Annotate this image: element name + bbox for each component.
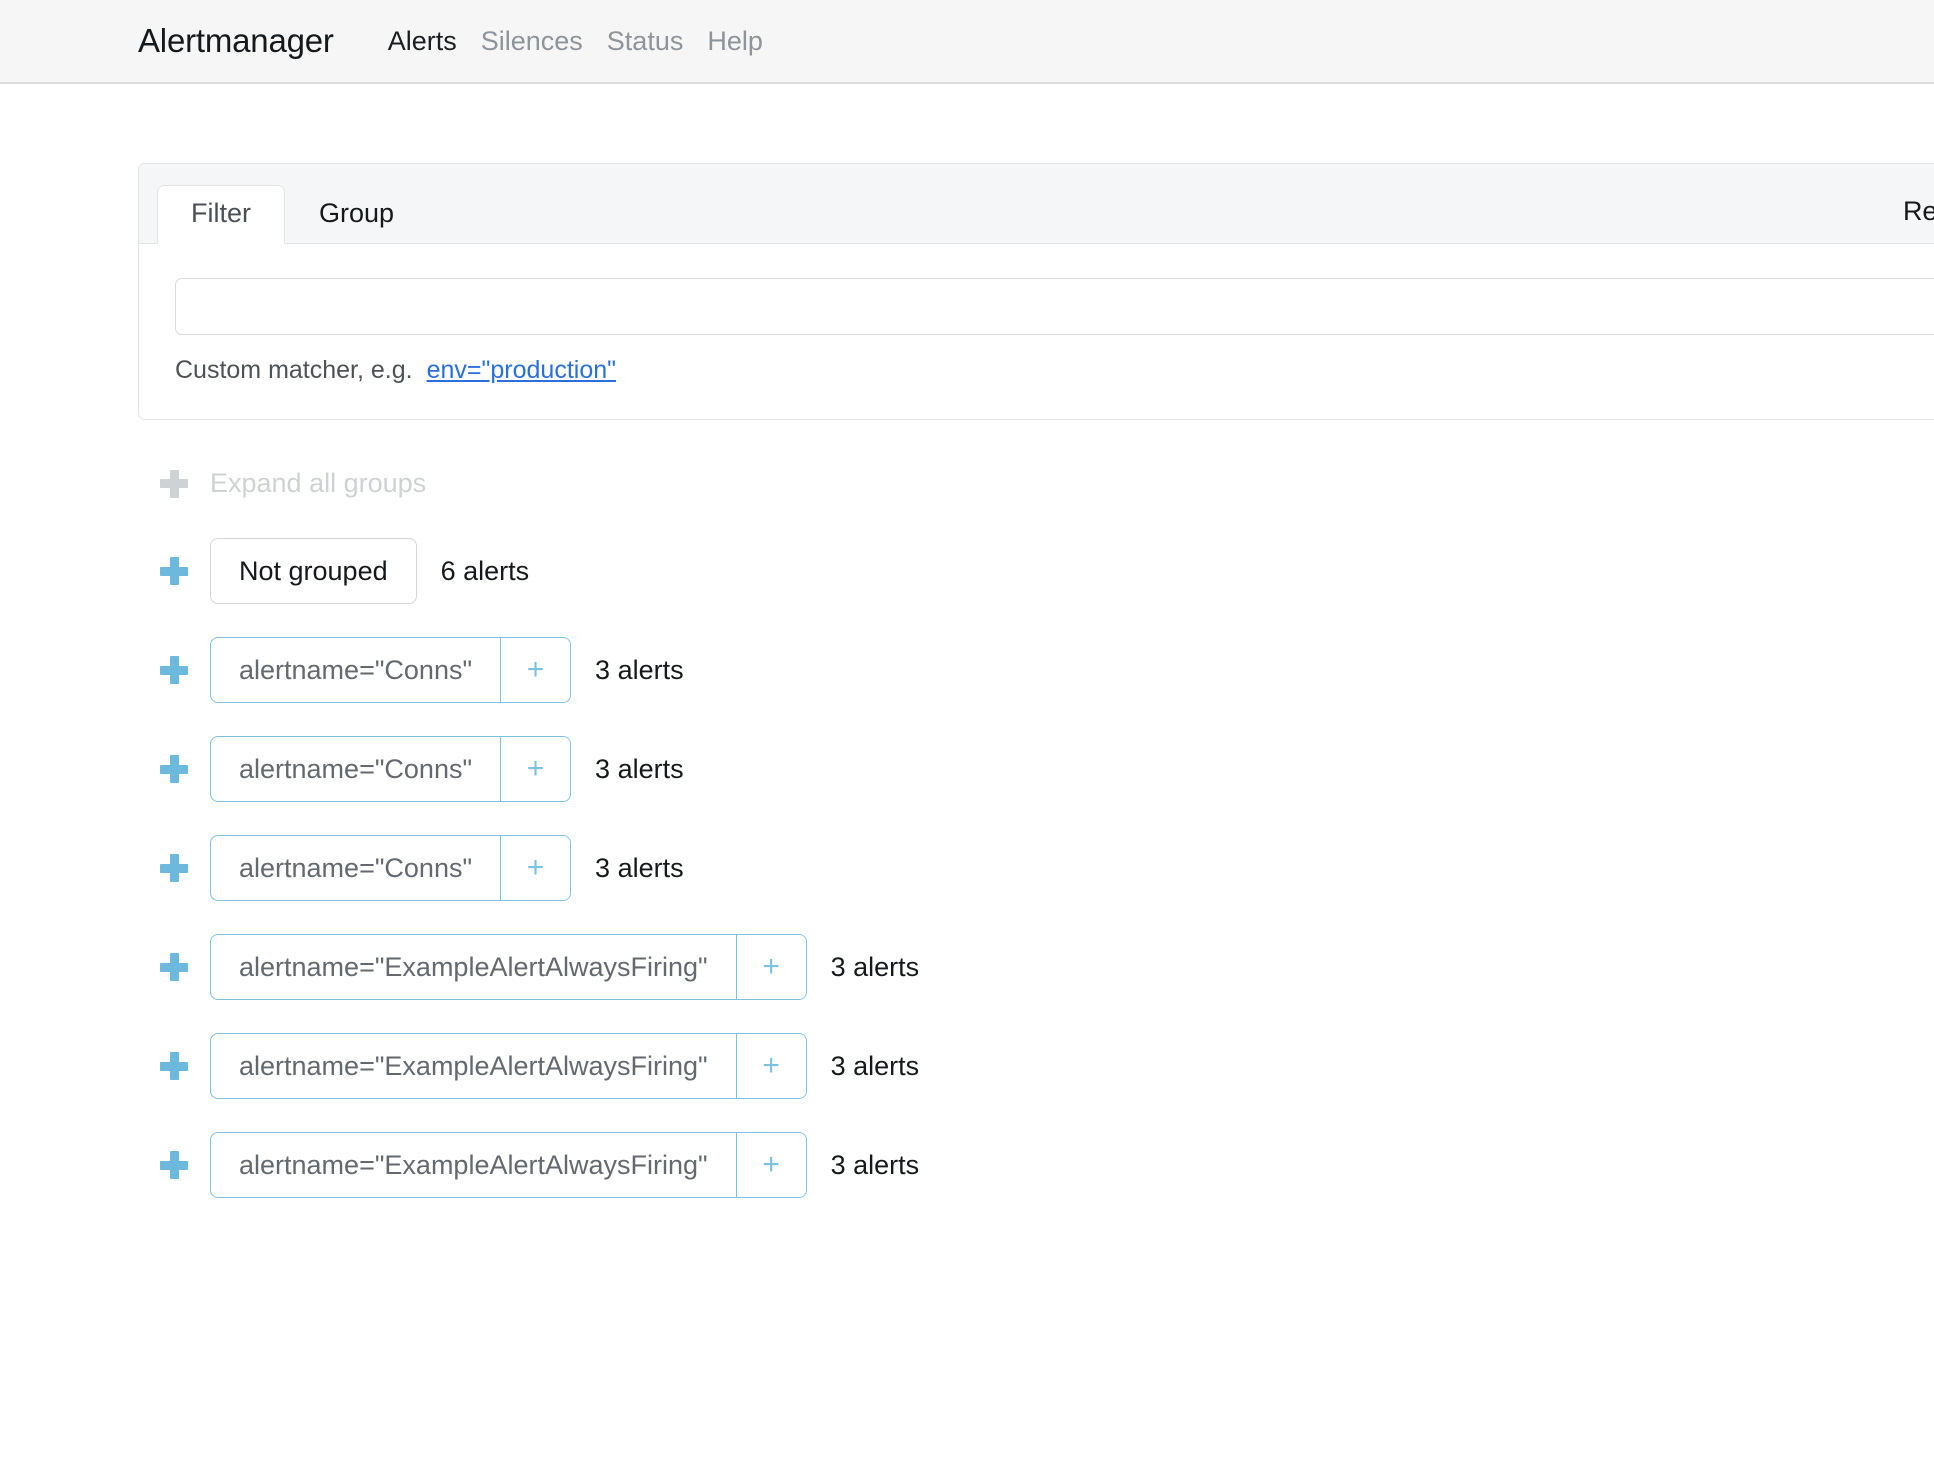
- group-alert-count: 3 alerts: [595, 654, 684, 685]
- nav-links: Alerts Silences Status Help: [376, 26, 775, 57]
- group-alert-count: 3 alerts: [830, 1149, 920, 1180]
- group-row: alertname="ExampleAlertAlwaysFiring" + 3…: [138, 934, 1934, 1000]
- group-alert-count: 3 alerts: [830, 951, 920, 982]
- group-row: alertname="Conns" + 3 alerts: [138, 637, 1934, 703]
- app-brand[interactable]: Alertmanager: [138, 22, 334, 60]
- matcher-help-label: Custom matcher, e.g.: [175, 356, 413, 384]
- add-matcher-button[interactable]: +: [735, 935, 806, 999]
- filter-card-header: Filter Group Receiver: All: [139, 164, 1934, 244]
- plus-icon: [160, 469, 188, 498]
- plus-icon: [160, 953, 188, 981]
- group-alert-count: 3 alerts: [595, 753, 684, 784]
- group-pill[interactable]: alertname="ExampleAlertAlwaysFiring" +: [210, 1132, 807, 1198]
- expand-group-button[interactable]: [160, 1151, 188, 1179]
- filter-card: Filter Group Receiver: All Custom matche…: [138, 163, 1934, 420]
- expand-all-groups-label: Expand all groups: [210, 468, 427, 498]
- expand-all-groups-button[interactable]: Expand all groups: [160, 468, 1934, 499]
- group-row: alertname="Conns" + 3 alerts: [138, 736, 1934, 802]
- plus-icon: [160, 1151, 188, 1179]
- filter-card-body: Custom matcher, e.g. env="production": [139, 244, 1934, 419]
- expand-group-button[interactable]: [160, 854, 188, 882]
- plus-icon: [160, 854, 188, 882]
- group-row: alertname="Conns" + 3 alerts: [138, 835, 1934, 901]
- page-content: Filter Group Receiver: All Custom matche…: [0, 84, 1934, 1198]
- group-pill[interactable]: alertname="Conns" +: [210, 835, 572, 901]
- matcher-input[interactable]: [175, 278, 1934, 335]
- group-row: Not grouped 6 alerts: [138, 538, 1934, 604]
- expand-group-button[interactable]: [160, 953, 188, 981]
- group-pill[interactable]: alertname="ExampleAlertAlwaysFiring" +: [210, 1033, 807, 1099]
- group-label: alertname="ExampleAlertAlwaysFiring": [239, 1050, 708, 1081]
- group-pill[interactable]: alertname="ExampleAlertAlwaysFiring" +: [210, 934, 807, 1000]
- add-matcher-button[interactable]: +: [500, 737, 571, 801]
- plus-icon: [160, 557, 188, 585]
- group-row: alertname="ExampleAlertAlwaysFiring" + 3…: [138, 1132, 1934, 1198]
- group-label: alertname="ExampleAlertAlwaysFiring": [239, 951, 708, 982]
- group-pill[interactable]: alertname="Conns" +: [210, 736, 572, 802]
- plus-icon: [160, 755, 188, 783]
- group-alert-count: 3 alerts: [830, 1050, 920, 1081]
- expand-group-button[interactable]: [160, 557, 188, 585]
- receiver-selector[interactable]: Receiver: All: [1903, 196, 1934, 227]
- expand-group-button[interactable]: [160, 755, 188, 783]
- add-matcher-button[interactable]: +: [500, 638, 571, 702]
- expand-group-button[interactable]: [160, 1052, 188, 1080]
- group-label: alertname="ExampleAlertAlwaysFiring": [239, 1149, 708, 1180]
- groups-section: Expand all groups Not grouped 6 alerts a…: [138, 468, 1934, 1198]
- nav-link-help[interactable]: Help: [695, 26, 775, 57]
- group-alert-count: 3 alerts: [595, 852, 684, 883]
- add-matcher-button[interactable]: +: [735, 1034, 806, 1098]
- group-row: alertname="ExampleAlertAlwaysFiring" + 3…: [138, 1033, 1934, 1099]
- group-pill[interactable]: Not grouped: [210, 538, 417, 604]
- matcher-help-text: Custom matcher, e.g. env="production": [175, 356, 1934, 385]
- tab-group[interactable]: Group: [285, 185, 428, 244]
- plus-icon: [160, 1052, 188, 1080]
- add-matcher-button[interactable]: +: [735, 1133, 806, 1197]
- group-label: alertname="Conns": [239, 654, 473, 685]
- group-label: alertname="Conns": [239, 852, 473, 883]
- group-pill[interactable]: alertname="Conns" +: [210, 637, 572, 703]
- add-matcher-button[interactable]: +: [500, 836, 571, 900]
- tab-filter[interactable]: Filter: [157, 185, 285, 244]
- group-alert-count: 6 alerts: [440, 555, 530, 586]
- matcher-example-link[interactable]: env="production": [427, 356, 616, 384]
- nav-link-silences[interactable]: Silences: [469, 26, 595, 57]
- group-label: alertname="Conns": [239, 753, 473, 784]
- expand-group-button[interactable]: [160, 656, 188, 684]
- nav-link-status[interactable]: Status: [595, 26, 696, 57]
- navbar: Alertmanager Alerts Silences Status Help: [0, 0, 1934, 84]
- nav-link-alerts[interactable]: Alerts: [376, 26, 469, 57]
- plus-icon: [160, 656, 188, 684]
- filter-card-tabs: Filter Group: [157, 164, 428, 244]
- group-label: Not grouped: [239, 555, 388, 586]
